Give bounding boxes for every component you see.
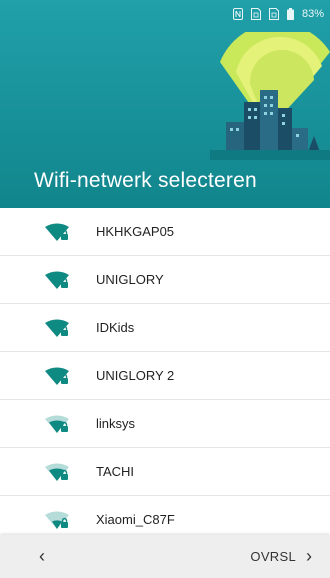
chevron-left-icon: ‹	[39, 545, 45, 566]
back-button[interactable]: ‹	[30, 544, 54, 568]
network-ssid: IDKids	[96, 320, 135, 335]
list-item-network[interactable]: IDKids	[0, 304, 330, 352]
list-item-network[interactable]: linksys	[0, 400, 330, 448]
sim-card-icon	[268, 8, 279, 20]
network-ssid: Xiaomi_C87F	[96, 512, 175, 527]
wifi-locked-icon	[44, 509, 72, 531]
list-item-network[interactable]: UNIGLORY 2	[0, 352, 330, 400]
wifi-locked-icon	[44, 365, 72, 387]
network-ssid: TACHI	[96, 464, 135, 479]
network-ssid: UNIGLORY 2	[96, 368, 175, 383]
skip-button-label: OVRSL	[250, 548, 296, 564]
bottom-navigation-bar: ‹ OVRSL ›	[0, 535, 330, 578]
network-ssid: UNIGLORY	[96, 272, 164, 287]
wifi-locked-icon	[44, 317, 72, 339]
wifi-locked-icon	[44, 269, 72, 291]
wifi-network-list[interactable]: HKHKGAP05 UNIGLORY IDKids UNIGLORY 2 lin…	[0, 208, 330, 535]
wifi-city-illustration	[210, 32, 330, 160]
network-ssid: HKHKGAP05	[96, 224, 175, 239]
header: 83% Wifi-netwerk selecteren	[0, 0, 330, 208]
sim-card-icon	[250, 8, 261, 20]
list-item-network[interactable]: TACHI	[0, 448, 330, 496]
nfc-icon	[232, 8, 243, 20]
network-ssid: linksys	[96, 416, 136, 431]
battery-percent: 83%	[301, 8, 324, 20]
battery-icon	[286, 8, 294, 20]
list-item-network[interactable]: UNIGLORY	[0, 256, 330, 304]
status-bar: 83%	[0, 0, 330, 28]
wifi-locked-icon	[44, 413, 72, 435]
chevron-right-icon: ›	[306, 545, 312, 566]
wifi-locked-icon	[44, 221, 72, 243]
list-item-network[interactable]: Xiaomi_C87F	[0, 496, 330, 535]
list-item-network[interactable]: HKHKGAP05	[0, 208, 330, 256]
skip-button[interactable]: OVRSL ›	[250, 544, 312, 568]
page-title: Wifi-netwerk selecteren	[34, 169, 257, 192]
wifi-locked-icon	[44, 461, 72, 483]
